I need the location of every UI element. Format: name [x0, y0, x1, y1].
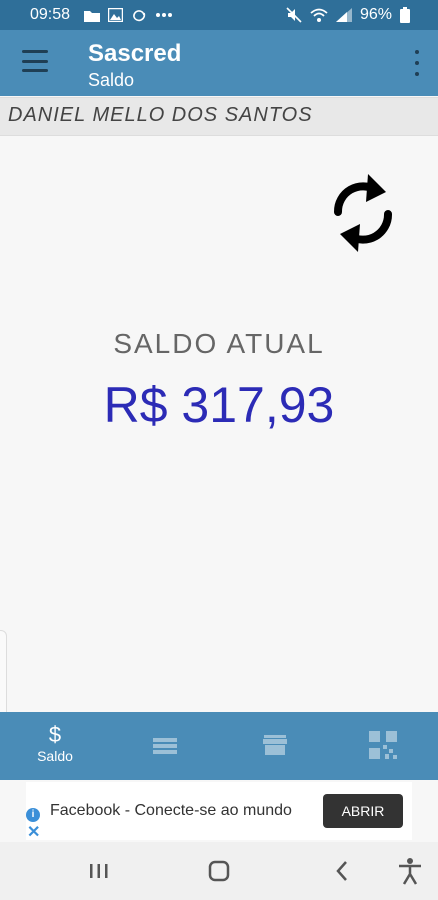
signal-icon — [335, 8, 352, 22]
overflow-menu-icon[interactable] — [414, 50, 420, 76]
balance-value: R$ 317,93 — [103, 377, 335, 433]
ad-banner[interactable]: i ✕ Facebook - Conecte-se ao mundo ABRIR — [26, 782, 412, 842]
user-name: DANIEL MELLO DOS SANTOS — [8, 104, 313, 126]
store-icon — [263, 735, 287, 755]
system-navigation-bar — [0, 842, 438, 900]
battery-percent: 96% — [359, 6, 392, 23]
nav-item-list[interactable] — [115, 712, 215, 780]
status-system-icons: 96% — [286, 6, 410, 24]
hamburger-menu-icon[interactable] — [22, 50, 48, 72]
ad-close-icon[interactable]: ✕ — [27, 822, 40, 842]
recent-apps-icon[interactable] — [84, 856, 114, 886]
sync-status-icon — [133, 10, 146, 22]
ad-text: Facebook - Conecte-se ao mundo — [50, 802, 292, 819]
mute-icon — [286, 7, 302, 23]
back-icon[interactable] — [328, 856, 358, 886]
nav-item-qr[interactable] — [333, 712, 433, 780]
nav-item-store[interactable] — [225, 712, 325, 780]
home-icon[interactable] — [204, 856, 234, 886]
page-subtitle: Saldo — [88, 70, 135, 90]
refresh-icon[interactable] — [328, 168, 398, 258]
ad-open-button[interactable]: ABRIR — [323, 794, 403, 828]
app-toolbar: Sascred Saldo — [0, 30, 438, 96]
ad-info-icon[interactable]: i — [26, 808, 40, 822]
app-title: Sascred — [88, 40, 182, 67]
status-bar: 09:58 96% — [0, 0, 438, 30]
status-time: 09:58 — [30, 6, 71, 23]
folder-icon — [84, 10, 100, 22]
accessibility-icon[interactable] — [395, 856, 425, 886]
nav-label-saldo: Saldo — [37, 748, 73, 764]
balance-label: SALDO ATUAL — [113, 328, 325, 359]
list-icon — [153, 738, 177, 754]
battery-icon — [400, 7, 410, 23]
wifi-icon — [310, 8, 328, 22]
bottom-navigation: $ Saldo — [0, 712, 438, 780]
more-notifications-icon — [156, 13, 172, 17]
qr-code-icon — [369, 731, 397, 759]
dollar-icon: $ — [48, 722, 62, 747]
user-name-bar: DANIEL MELLO DOS SANTOS — [0, 97, 438, 136]
status-notification-icons — [84, 8, 173, 22]
nav-item-saldo[interactable]: $ Saldo — [5, 712, 105, 780]
image-icon — [108, 8, 123, 22]
